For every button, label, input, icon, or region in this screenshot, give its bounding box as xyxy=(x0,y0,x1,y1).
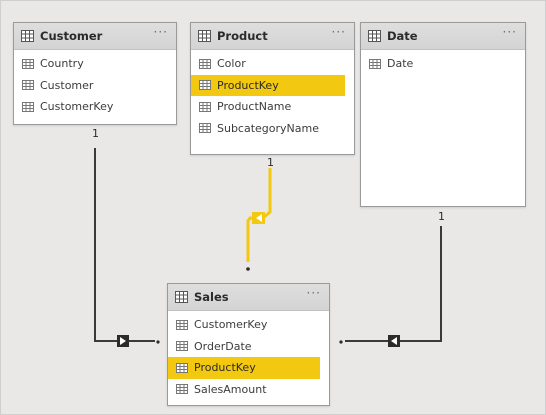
one-side-label-customer: 1 xyxy=(92,127,99,140)
field-customer[interactable]: Customer xyxy=(14,75,176,97)
more-options-icon[interactable]: ··· xyxy=(307,287,321,299)
column-icon xyxy=(199,58,211,69)
field-subcategoryname[interactable]: SubcategoryName xyxy=(191,118,354,140)
more-options-icon[interactable]: ··· xyxy=(154,26,168,38)
table-icon xyxy=(175,291,188,303)
column-icon xyxy=(369,58,381,69)
field-productname[interactable]: ProductName xyxy=(191,96,354,118)
field-color[interactable]: Color xyxy=(191,53,354,75)
field-customerkey[interactable]: CustomerKey xyxy=(14,96,176,118)
table-date[interactable]: Date ··· Date xyxy=(360,22,526,207)
field-label: Country xyxy=(40,57,84,71)
table-icon xyxy=(198,30,211,42)
column-icon xyxy=(199,123,211,134)
field-label: ProductKey xyxy=(194,361,256,375)
field-customerkey[interactable]: CustomerKey xyxy=(168,314,329,336)
field-label: SubcategoryName xyxy=(217,121,320,135)
field-label: CustomerKey xyxy=(40,100,114,114)
table-title: Customer xyxy=(40,29,103,43)
column-icon xyxy=(22,58,34,69)
field-label: OrderDate xyxy=(194,339,252,353)
table-header[interactable]: Customer ··· xyxy=(14,23,176,50)
table-icon xyxy=(21,30,34,42)
table-header[interactable]: Date ··· xyxy=(361,23,525,50)
field-label: ProductName xyxy=(217,100,292,114)
table-title: Date xyxy=(387,29,418,43)
field-productkey-selected[interactable]: ProductKey xyxy=(191,74,345,96)
field-label: Color xyxy=(217,57,246,71)
field-label: Date xyxy=(387,57,414,71)
one-side-label-product: 1 xyxy=(267,156,274,169)
table-title: Product xyxy=(217,29,268,43)
field-orderdate[interactable]: OrderDate xyxy=(168,336,329,358)
table-header[interactable]: Product ··· xyxy=(191,23,354,50)
column-icon xyxy=(176,362,188,373)
relationship-date-sales[interactable] xyxy=(345,226,442,342)
many-marker-date xyxy=(339,340,343,344)
field-date[interactable]: Date xyxy=(361,53,525,75)
table-product[interactable]: Product ··· Color ProductKey ProductName… xyxy=(190,22,355,155)
field-label: SalesAmount xyxy=(194,382,267,396)
column-icon xyxy=(199,101,211,112)
column-icon xyxy=(176,341,188,352)
column-icon xyxy=(22,101,34,112)
more-options-icon[interactable]: ··· xyxy=(332,26,346,38)
many-marker-product xyxy=(246,267,250,271)
field-salesamount[interactable]: SalesAmount xyxy=(168,379,329,401)
column-icon xyxy=(176,384,188,395)
table-icon xyxy=(368,30,381,42)
one-side-label-date: 1 xyxy=(438,210,445,223)
table-title: Sales xyxy=(194,290,229,304)
column-icon xyxy=(22,80,34,91)
field-label: Customer xyxy=(40,78,94,92)
field-label: ProductKey xyxy=(217,78,279,92)
field-country[interactable]: Country xyxy=(14,53,176,75)
column-icon xyxy=(199,80,211,91)
table-header[interactable]: Sales ··· xyxy=(168,284,329,311)
more-options-icon[interactable]: ··· xyxy=(503,26,517,38)
table-sales[interactable]: Sales ··· CustomerKey OrderDate ProductK… xyxy=(167,283,330,406)
field-productkey-selected[interactable]: ProductKey xyxy=(168,357,320,379)
relationship-customer-sales[interactable] xyxy=(94,148,155,342)
many-marker-customer xyxy=(156,340,160,344)
table-customer[interactable]: Customer ··· Country Customer CustomerKe… xyxy=(13,22,177,125)
column-icon xyxy=(176,319,188,330)
field-label: CustomerKey xyxy=(194,318,268,332)
